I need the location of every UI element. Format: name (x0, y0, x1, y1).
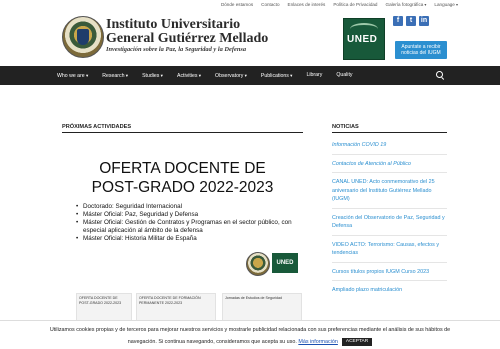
poster-title: OFERTA DOCENTE DE POST-GRADO 2022-2023 (62, 159, 303, 197)
news-divider (332, 153, 447, 155)
thumbnail-formacion-permanente[interactable]: OFERTA DOCENTE DE FORMACIÓN PERMANENTE 2… (136, 293, 216, 323)
cookie-more-info-link[interactable]: Más información (298, 339, 338, 345)
poster-program-item: Máster Oficial: Historia Militar de Espa… (76, 235, 303, 243)
news-divider (332, 172, 447, 173)
poster-uned-logo: UNED (272, 253, 298, 273)
top-bar: Dónde estamos Contacto Enlaces de interé… (0, 0, 500, 11)
search-icon[interactable] (436, 71, 443, 78)
news-list: Información COVID 19 Contactos de Atenci… (332, 141, 447, 295)
nav-item-quality[interactable]: Quality (336, 66, 352, 86)
news-item-matriculacion[interactable]: Ampliado plazo matriculación (332, 286, 447, 295)
nav-item-who-we-are[interactable]: Who we are (57, 66, 88, 86)
nav-item-research[interactable]: Research (102, 66, 128, 86)
nav-item-studies[interactable]: Studies (142, 66, 163, 86)
poster-program-item: Doctorado: Seguridad Internacional (76, 203, 303, 211)
news-item-contactos[interactable]: Contactos de Atención al Público (332, 160, 447, 169)
news-item-video-acto[interactable]: VIDEO ACTO: Terrorismo: Causas, efectos … (332, 241, 447, 258)
top-link-galeria[interactable]: Galería fotográfica (386, 2, 427, 7)
news-item-covid[interactable]: Información COVID 19 (332, 141, 447, 150)
poster-emblem-logo (246, 252, 270, 276)
news-divider (332, 280, 447, 281)
top-links: Dónde estamos Contacto Enlaces de interé… (221, 2, 458, 7)
nav-item-activities[interactable]: Activities (177, 66, 201, 86)
twitter-icon[interactable]: t (406, 16, 416, 26)
subscribe-news-button[interactable]: Apuntate a recibir noticias del IUGM (395, 41, 447, 59)
cookie-text: Utilizamos cookies propias y de terceros… (0, 324, 500, 348)
cookie-accept-button[interactable]: ACEPTAR (341, 337, 373, 346)
cookie-text-line1: Utilizamos cookies propias y de terceros… (49, 327, 451, 333)
nav-item-library[interactable]: Library (306, 66, 322, 86)
poster-program-item: Máster Oficial: Paz, Seguridad y Defensa (76, 211, 303, 219)
institute-name-line2: General Gutiérrez Mellado (106, 31, 269, 46)
poster-title-line2: POST-GRADO 2022-2023 (91, 179, 274, 196)
poster-program-item: Máster Oficial: Gestión de Contratos y P… (76, 219, 303, 235)
cookie-banner: Utilizamos cookies propias y de terceros… (0, 320, 500, 349)
thumbnail-jornadas[interactable]: Jornadas de Estudios de Seguridad (222, 293, 302, 323)
uned-logo-text: UNED (347, 34, 378, 45)
news-item-observatorio[interactable]: Creación del Observatorio de Paz, Seguri… (332, 214, 447, 231)
news-divider (332, 207, 447, 209)
facebook-icon[interactable]: f (393, 16, 403, 26)
institute-name-line1: Instituto Universitario (106, 17, 241, 32)
top-link-donde-estamos[interactable]: Dónde estamos (221, 2, 253, 7)
news-divider (332, 234, 447, 236)
institute-name[interactable]: Instituto Universitario General Gutiérre… (106, 18, 268, 46)
news-section-divider (332, 132, 447, 133)
activity-thumbnails: OFERTA DOCENTE DE POST-GRADO 2022-2023 O… (62, 293, 303, 323)
nav-item-publications[interactable]: Publications (261, 66, 293, 86)
poster-title-line1: OFERTA DOCENTE DE (99, 160, 266, 177)
news-section-title: NOTICIAS (332, 124, 359, 130)
poster-program-list: Doctorado: Seguridad Internacional Máste… (76, 203, 303, 243)
postgrado-poster[interactable]: OFERTA DOCENTE DE POST-GRADO 2022-2023 D… (62, 137, 303, 287)
top-link-contacto[interactable]: Contacto (261, 2, 279, 7)
news-divider (332, 261, 447, 263)
activities-section-divider (62, 132, 303, 133)
main-navbar: Who we are Research Studies Activities O… (0, 66, 500, 85)
social-icons: f t in (393, 16, 429, 26)
thumbnail-postgrado[interactable]: OFERTA DOCENTE DE POST-GRADO 2022-2023 (76, 293, 132, 323)
top-link-privacidad[interactable]: Política de Privacidad (333, 2, 377, 7)
nav-item-observatory[interactable]: Observatory (215, 66, 247, 86)
linkedin-icon[interactable]: in (419, 16, 429, 26)
top-link-enlaces[interactable]: Enlaces de interés (288, 2, 326, 7)
institute-tagline: Investigación sobre la Paz, la Seguridad… (106, 46, 247, 53)
news-item-canal-uned[interactable]: CANAL UNED: Acto conmemorativo del 25 an… (332, 178, 447, 204)
institute-emblem-logo[interactable] (62, 16, 104, 58)
cookie-text-line2: navegación. Si continua navegando, consi… (127, 339, 297, 345)
activities-section-title: PRÓXIMAS ACTIVIDADES (62, 124, 132, 130)
top-link-language[interactable]: Language (434, 2, 458, 7)
news-item-cursos[interactable]: Cursos títulos propios IUGM Curso 2023 (332, 268, 447, 277)
cookie-text-line2-wrap: navegación. Si continua navegando, consi… (0, 336, 500, 348)
uned-logo[interactable]: UNED (343, 18, 385, 60)
